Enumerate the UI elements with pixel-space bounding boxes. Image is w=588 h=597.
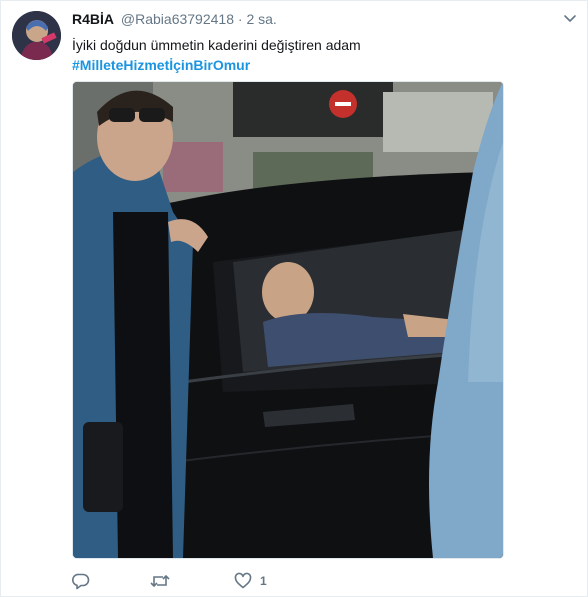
user-handle[interactable]: @Rabia63792418	[121, 11, 234, 27]
chevron-down-icon[interactable]	[563, 11, 577, 22]
tweet-actions: 1	[72, 571, 372, 591]
reply-button[interactable]	[72, 571, 90, 591]
like-count: 1	[260, 574, 267, 588]
retweet-icon	[150, 572, 170, 590]
photo-image	[73, 82, 503, 558]
avatar-image	[12, 11, 61, 60]
retweet-button[interactable]	[150, 571, 170, 591]
tweet-text: İyiki doğdun ümmetin kaderini değiştiren…	[72, 35, 572, 75]
tweet-photo[interactable]	[72, 81, 504, 559]
like-button[interactable]: 1	[234, 571, 267, 591]
hashtag-link[interactable]: #MilleteHizmetİçinBirOmur	[72, 55, 572, 75]
reply-icon	[72, 572, 90, 590]
separator-dot: ·	[237, 11, 243, 27]
tweet-body: İyiki doğdun ümmetin kaderini değiştiren…	[72, 37, 361, 53]
tweet-timestamp[interactable]: 2 sa.	[246, 11, 276, 27]
heart-icon	[234, 572, 252, 590]
tweet-card: R4BİA @Rabia63792418 · 2 sa. İyiki doğdu…	[0, 0, 588, 597]
tweet-header: R4BİA @Rabia63792418 · 2 sa.	[72, 10, 277, 28]
display-name[interactable]: R4BİA	[72, 11, 114, 27]
avatar[interactable]	[12, 11, 61, 60]
